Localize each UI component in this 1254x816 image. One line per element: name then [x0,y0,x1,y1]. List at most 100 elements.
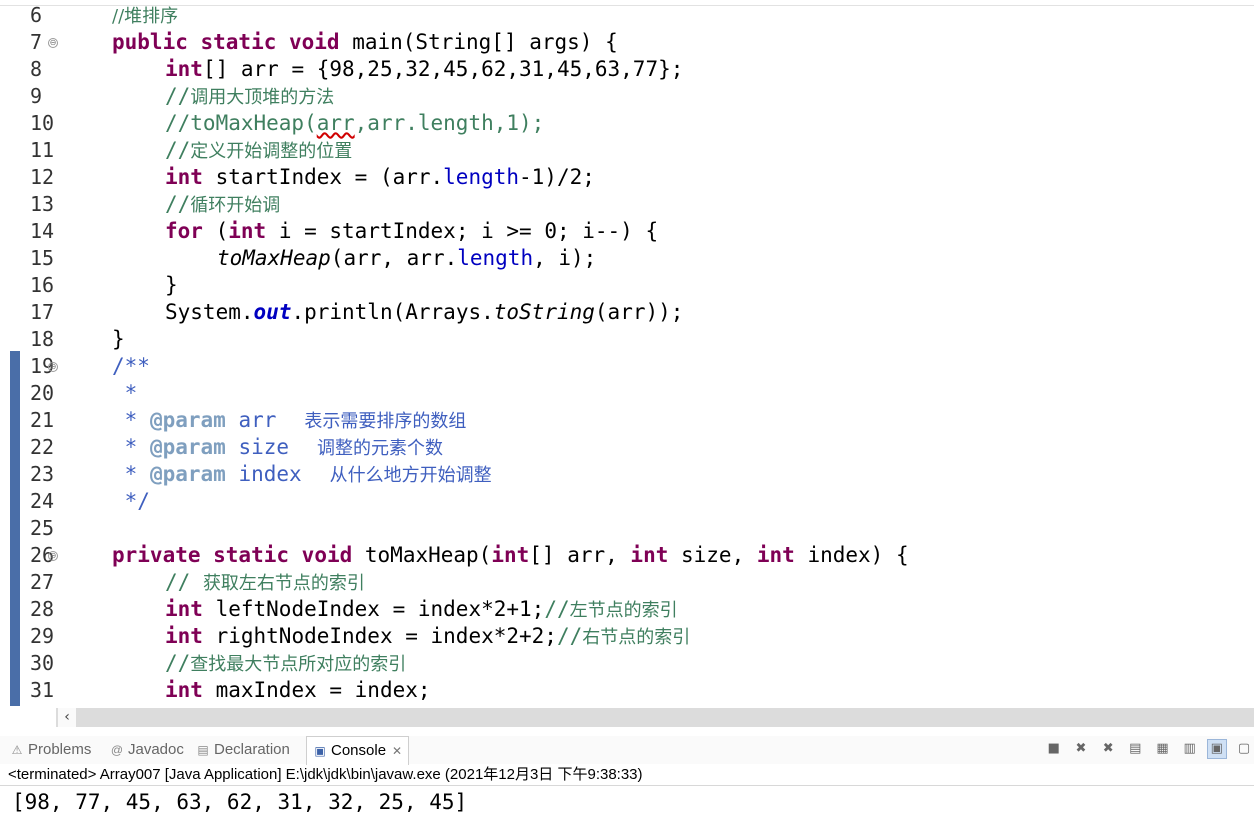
comment: 左节点的索引 [569,600,678,621]
tab-problems[interactable]: ⚠ Problems [10,736,92,764]
line-number: 23 [30,462,55,486]
code-text: (arr, arr. [330,246,458,270]
code-line-28: int leftNodeIndex = index*2+1;//左节点的索引 [165,596,678,623]
javadoc: * [112,435,150,459]
code-line-14: for (int i = startIndex; i >= 0; i--) { [165,218,658,245]
line-number: 7 [30,30,43,54]
code-line-12: int startIndex = (arr.length-1)/2; [165,164,595,191]
clear-console-icon[interactable]: ▤ [1125,739,1145,759]
fold-collapse-icon[interactable]: ⊖ [48,551,58,561]
keyword: int [491,543,530,567]
comment: 查找最大节点所对应的索引 [190,654,407,675]
code-editor[interactable]: 6 7 8 9 10 11 12 13 14 15 16 17 18 19 20… [0,0,1254,708]
view-tab-bar: ⚠ Problems @ Javadoc ▤ Declaration ▣ Console… [0,736,1254,765]
javadoc-description: 从什么地方开始调整 [329,465,492,486]
line-number: 8 [30,57,43,81]
code-line-6: //堆排序 [112,2,178,29]
field-ref: length [443,165,520,189]
fold-collapse-icon[interactable]: ⊖ [48,38,58,48]
code-text: (arr)); [594,300,684,324]
code-line-23: * @param index 从什么地方开始调整 [112,461,492,488]
javadoc-icon: @ [110,743,124,757]
comment-slashes: // [544,597,570,621]
scroll-left-icon[interactable]: ‹ [58,708,76,727]
line-number: 20 [30,381,55,405]
javadoc: */ [112,489,150,513]
line-number: 9 [30,84,43,108]
tab-declaration[interactable]: ▤ Declaration [196,736,290,764]
line-number: 30 [30,651,55,675]
code-text: startIndex = (arr. [202,165,444,189]
comment: ,arr.length,1); [354,111,545,135]
editor-top-border [0,0,1254,6]
line-number: 29 [30,624,55,648]
word-wrap-icon[interactable]: ▥ [1180,739,1200,759]
code-line-21: * @param arr 表示需要排序的数组 [112,407,467,434]
code-text: main(String[] args) { [339,30,618,54]
code-text: .println(Arrays. [291,300,494,324]
remove-all-terminated-icon[interactable]: ✖ [1098,739,1118,759]
line-number: 24 [30,489,55,513]
comment-slashes: // [165,84,191,108]
comment-slashes: // [165,651,191,675]
code-text: index) { [794,543,909,567]
javadoc: * [112,408,150,432]
code-line-19: /** [112,353,150,380]
line-number: 14 [30,219,55,243]
line-number: 11 [30,138,55,162]
javadoc-tag: @param [149,435,226,459]
tab-console[interactable]: ▣ Console ✕ [306,736,410,765]
code-text: } [112,327,125,351]
console-output[interactable]: [98, 77, 45, 63, 62, 31, 32, 25, 45] [12,788,467,816]
horizontal-scrollbar[interactable]: ‹ [56,708,1254,727]
line-number: 17 [30,300,55,324]
keyword: int [165,678,203,702]
code-line-29: int rightNodeIndex = index*2+2;//右节点的索引 [165,623,690,650]
code-line-8: int[] arr = {98,25,32,45,62,31,45,63,77}… [165,56,683,83]
line-number: 15 [30,246,55,270]
line-number-gutter: 6 7 8 9 10 11 12 13 14 15 16 17 18 19 20… [8,0,56,708]
line-number: 22 [30,435,55,459]
declaration-icon: ▤ [197,743,209,757]
line-number: 16 [30,273,55,297]
terminate-icon[interactable]: ■ [1044,739,1064,759]
line-number: 31 [30,678,55,702]
code-text: ( [202,219,229,243]
console-status-line: <terminated> Array007 [Java Application]… [0,764,1254,786]
keyword: public static void [112,30,340,54]
comment: 右节点的索引 [582,627,691,648]
comment: 调用大顶堆的方法 [190,87,335,108]
comment: 定义开始调整的位置 [190,141,353,162]
code-text: , i); [533,246,597,270]
tab-javadoc[interactable]: @ Javadoc [110,736,184,764]
javadoc: * [112,381,138,405]
line-number: 13 [30,192,55,216]
pin-console-icon[interactable]: ▢ [1234,739,1254,759]
code-line-10: //toMaxHeap(arr,arr.length,1); [165,110,544,137]
code-text: [] arr = {98,25,32,45,62,31,45,63,77}; [202,57,684,81]
code-line-13: //循环开始调 [165,191,280,218]
scroll-lock-icon[interactable]: ▦ [1152,739,1172,759]
javadoc-description: 表示需要排序的数组 [304,411,467,432]
code-text: maxIndex = index; [202,678,431,702]
javadoc-tag: @param [149,408,226,432]
remove-launch-icon[interactable]: ✖ [1071,739,1091,759]
tab-label: Problems [28,741,92,758]
problems-icon: ⚠ [11,743,23,757]
close-icon[interactable]: ✕ [392,744,402,758]
comment: 循环开始调 [190,195,281,216]
fold-collapse-icon[interactable]: ⊖ [48,362,58,372]
comment-slashes: // [165,570,203,594]
static-method-call: toMaxHeap [217,246,331,270]
tab-label: Javadoc [128,741,184,758]
code-line-17: System.out.println(Arrays.toString(arr))… [165,299,683,326]
show-console-icon[interactable]: ▣ [1206,739,1227,759]
code-text: [] arr, [529,543,631,567]
comment-slashes: // [165,138,191,162]
console-icon: ▣ [314,744,326,758]
comment: //toMaxHeap( [165,111,317,135]
tab-label: Console [331,742,387,759]
line-number: 21 [30,408,55,432]
javadoc: * [112,462,150,486]
line-number: 28 [30,597,55,621]
